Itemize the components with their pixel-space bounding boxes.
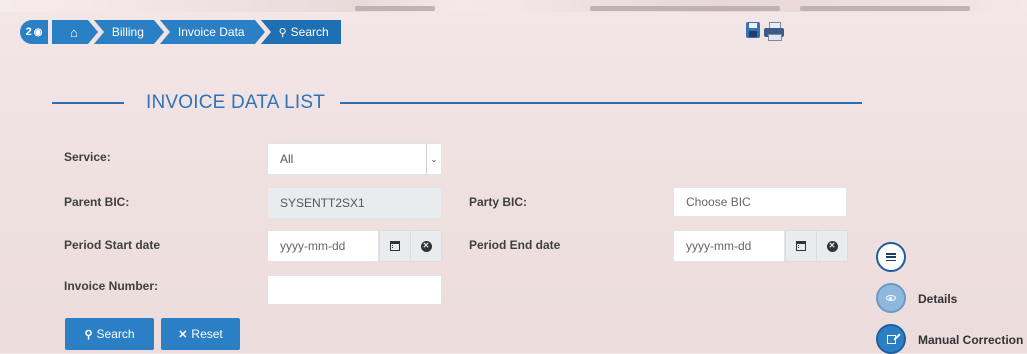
service-value: All bbox=[280, 152, 294, 166]
period-start-clear-button[interactable]: ✕ bbox=[410, 230, 442, 262]
manual-correction-button[interactable] bbox=[876, 324, 906, 354]
breadcrumb-search[interactable]: ⚲ Search bbox=[260, 20, 341, 44]
period-start-label: Period Start date bbox=[64, 238, 161, 252]
parent-bic-field: SYSENTT2SX1 bbox=[267, 187, 442, 219]
search-icon: ⚲ bbox=[84, 328, 93, 341]
parent-bic-value: SYSENTT2SX1 bbox=[280, 196, 365, 210]
top-strip-segment bbox=[590, 6, 780, 11]
invoice-number-label: Invoice Number: bbox=[64, 279, 159, 293]
close-icon: ✕ bbox=[178, 328, 188, 341]
breadcrumb-label: Search bbox=[290, 25, 329, 39]
print-icon[interactable] bbox=[764, 22, 784, 41]
top-strip-segment bbox=[355, 6, 435, 11]
home-icon: ⌂ bbox=[70, 24, 78, 40]
toolbar bbox=[746, 22, 784, 41]
breadcrumb-label: Billing bbox=[111, 25, 144, 39]
eye-icon bbox=[886, 295, 896, 301]
calendar-icon bbox=[796, 241, 806, 251]
search-button-label: Search bbox=[96, 327, 135, 341]
history-badge[interactable]: 2 ◉ bbox=[20, 20, 48, 44]
breadcrumb-invoice-data[interactable]: Invoice Data bbox=[159, 20, 265, 44]
search-icon: ⚲ bbox=[278, 26, 287, 39]
party-bic-input[interactable]: Choose BIC bbox=[673, 187, 847, 217]
parent-bic-label: Parent BIC: bbox=[64, 195, 130, 209]
top-strip bbox=[0, 0, 1027, 12]
period-end-clear-button[interactable]: ✕ bbox=[816, 230, 848, 262]
breadcrumb: 2 ◉ ⌂ Billing Invoice Data ⚲ Search bbox=[20, 20, 347, 44]
search-button[interactable]: ⚲ Search bbox=[65, 318, 154, 350]
edit-icon bbox=[886, 334, 896, 344]
reset-button[interactable]: ✕ Reset bbox=[161, 318, 240, 350]
details-label: Details bbox=[918, 292, 958, 306]
title-divider-left bbox=[52, 102, 124, 104]
save-icon[interactable] bbox=[746, 22, 760, 38]
period-end-input[interactable]: yyyy-mm-dd bbox=[673, 230, 785, 262]
title-divider-right bbox=[340, 102, 862, 104]
list-actions-button[interactable] bbox=[876, 242, 906, 272]
page-title: INVOICE DATA LIST bbox=[146, 92, 326, 113]
eye-icon: ◉ bbox=[33, 26, 43, 38]
breadcrumb-billing[interactable]: Billing bbox=[93, 20, 164, 44]
breadcrumb-home[interactable]: ⌂ bbox=[52, 20, 98, 44]
details-button[interactable] bbox=[876, 283, 906, 313]
clear-icon: ✕ bbox=[420, 240, 432, 252]
period-start-input[interactable]: yyyy-mm-dd bbox=[267, 230, 379, 262]
period-end-placeholder: yyyy-mm-dd bbox=[686, 239, 752, 253]
breadcrumb-label: Invoice Data bbox=[177, 25, 245, 39]
top-strip-segment bbox=[800, 6, 970, 11]
history-count: 2 bbox=[25, 26, 32, 38]
period-start-calendar-button[interactable] bbox=[379, 230, 411, 262]
period-end-label: Period End date bbox=[469, 238, 561, 252]
service-select[interactable]: All ⌄ bbox=[267, 143, 442, 175]
period-end-calendar-button[interactable] bbox=[785, 230, 817, 262]
service-label: Service: bbox=[64, 150, 111, 164]
manual-correction-label: Manual Correction bbox=[918, 333, 1024, 347]
invoice-number-input[interactable] bbox=[267, 275, 442, 305]
chevron-down-icon[interactable]: ⌄ bbox=[426, 144, 441, 174]
party-bic-label: Party BIC: bbox=[469, 195, 528, 209]
list-icon bbox=[886, 253, 896, 261]
party-bic-placeholder: Choose BIC bbox=[686, 195, 751, 209]
calendar-icon bbox=[390, 241, 400, 251]
period-start-placeholder: yyyy-mm-dd bbox=[280, 239, 346, 253]
reset-button-label: Reset bbox=[191, 327, 223, 341]
clear-icon: ✕ bbox=[826, 240, 838, 252]
